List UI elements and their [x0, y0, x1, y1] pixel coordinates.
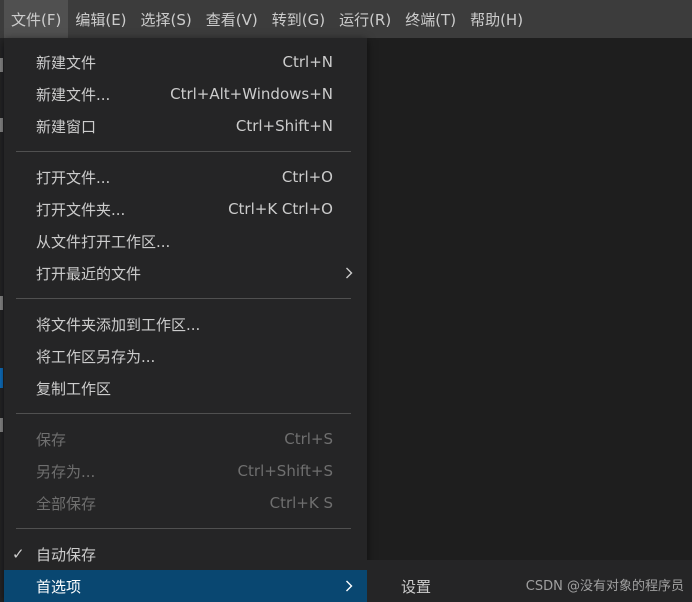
- menu-item-open-recent[interactable]: 打开最近的文件: [4, 257, 367, 289]
- activity-marker: [0, 418, 3, 432]
- menu-item-label: 将工作区另存为...: [36, 347, 156, 366]
- chevron-right-icon: [345, 257, 353, 289]
- menu-item-shortcut: Ctrl+Shift+S: [237, 462, 333, 480]
- menu-item-new-window[interactable]: 新建窗口 Ctrl+Shift+N: [4, 110, 367, 142]
- menu-item-label: 首选项: [36, 577, 82, 596]
- menu-item-label: 打开最近的文件: [36, 264, 142, 283]
- menu-item-save-workspace-as[interactable]: 将工作区另存为...: [4, 340, 367, 372]
- activity-marker: [0, 118, 3, 132]
- menu-item-label: 将文件夹添加到工作区...: [36, 315, 201, 334]
- checkmark-icon: ✓: [12, 545, 25, 563]
- menu-go[interactable]: 转到(G): [265, 0, 332, 38]
- menu-item-open-file[interactable]: 打开文件... Ctrl+O: [4, 161, 367, 193]
- menu-item-new-file[interactable]: 新建文件... Ctrl+Alt+Windows+N: [4, 78, 367, 110]
- menu-item-open-folder[interactable]: 打开文件夹... Ctrl+K Ctrl+O: [4, 193, 367, 225]
- menu-terminal[interactable]: 终端(T): [398, 0, 463, 38]
- watermark: CSDN @没有对象的程序员: [525, 579, 684, 594]
- menu-item-label: 新建文件: [36, 53, 97, 72]
- menu-item-save-as[interactable]: 另存为... Ctrl+Shift+S: [4, 455, 367, 487]
- menu-item-label: 复制工作区: [36, 379, 112, 398]
- activity-marker: [0, 58, 3, 72]
- menu-item-label: 保存: [36, 430, 67, 449]
- menu-separator: [16, 298, 351, 299]
- menu-bar: 文件(F) 编辑(E) 选择(S) 查看(V) 转到(G) 运行(R) 终端(T…: [0, 0, 692, 38]
- activity-marker: [0, 296, 3, 310]
- menu-item-label: 全部保存: [36, 494, 97, 513]
- menu-separator: [16, 413, 351, 414]
- menu-item-label: 新建文件...: [36, 85, 111, 104]
- menu-item-shortcut: Ctrl+S: [284, 430, 333, 448]
- menu-view[interactable]: 查看(V): [199, 0, 265, 38]
- submenu-item-settings[interactable]: 设置: [367, 560, 431, 602]
- file-menu-dropdown: 新建文件 Ctrl+N 新建文件... Ctrl+Alt+Windows+N 新…: [4, 38, 367, 602]
- menu-file[interactable]: 文件(F): [4, 0, 69, 38]
- menu-help[interactable]: 帮助(H): [463, 0, 530, 38]
- menu-separator: [16, 151, 351, 152]
- menu-item-label: 自动保存: [36, 545, 97, 564]
- menu-item-save-all[interactable]: 全部保存 Ctrl+K S: [4, 487, 367, 519]
- menu-item-shortcut: Ctrl+Alt+Windows+N: [170, 85, 333, 103]
- menu-item-save[interactable]: 保存 Ctrl+S: [4, 423, 367, 455]
- menu-item-open-workspace[interactable]: 从文件打开工作区...: [4, 225, 367, 257]
- menu-item-shortcut: Ctrl+O: [281, 168, 333, 186]
- menu-item-label: 新建窗口: [36, 117, 97, 136]
- menu-item-auto-save[interactable]: ✓ 自动保存: [4, 538, 367, 570]
- menu-item-preferences[interactable]: 首选项: [4, 570, 367, 602]
- activity-marker: [0, 368, 3, 388]
- chevron-right-icon: [345, 570, 353, 602]
- menu-item-label: 从文件打开工作区...: [36, 232, 171, 251]
- menu-selection[interactable]: 选择(S): [134, 0, 199, 38]
- menu-item-label: 另存为...: [36, 462, 96, 481]
- menu-separator: [16, 528, 351, 529]
- menu-item-add-folder-to-workspace[interactable]: 将文件夹添加到工作区...: [4, 308, 367, 340]
- menu-item-shortcut: Ctrl+K Ctrl+O: [228, 200, 333, 218]
- menu-item-new-text-file[interactable]: 新建文件 Ctrl+N: [4, 46, 367, 78]
- menu-item-label: 打开文件夹...: [36, 200, 126, 219]
- menu-item-shortcut: Ctrl+N: [282, 53, 333, 71]
- menu-run[interactable]: 运行(R): [332, 0, 398, 38]
- menu-item-label: 打开文件...: [36, 168, 111, 187]
- menu-item-shortcut: Ctrl+Shift+N: [235, 117, 333, 135]
- menu-item-duplicate-workspace[interactable]: 复制工作区: [4, 372, 367, 404]
- menu-edit[interactable]: 编辑(E): [68, 0, 133, 38]
- menu-item-shortcut: Ctrl+K S: [269, 494, 333, 512]
